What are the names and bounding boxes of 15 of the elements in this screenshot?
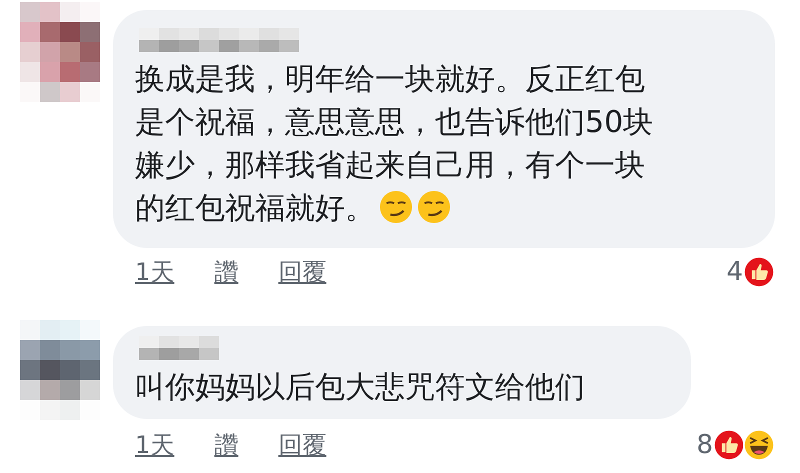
- comment-text: 叫你妈妈以后包大悲咒符文给他们: [135, 369, 586, 407]
- laughing-face-icon: [743, 429, 775, 461]
- reply-link[interactable]: 回覆: [278, 429, 326, 461]
- comment-text: 换成是我，明年给一块就好。反正红包是个祝福，意思意思，也告诉他们50块嫌少，那样我省起来自己用，有个一块的红包祝福就好。: [135, 61, 654, 228]
- smirk-face-icon: [379, 190, 413, 224]
- like-reaction-icon: [713, 429, 745, 461]
- reaction-count: 8: [696, 430, 713, 460]
- like-link[interactable]: 讚: [214, 256, 238, 288]
- timestamp-link[interactable]: 1天: [135, 256, 174, 288]
- like-link[interactable]: 讚: [214, 429, 238, 461]
- like-reaction-icon: [743, 256, 775, 288]
- timestamp-link[interactable]: 1天: [135, 429, 174, 461]
- smirk-face-icon: [417, 190, 451, 224]
- reaction-count: 4: [726, 257, 743, 287]
- reply-link[interactable]: 回覆: [278, 256, 326, 288]
